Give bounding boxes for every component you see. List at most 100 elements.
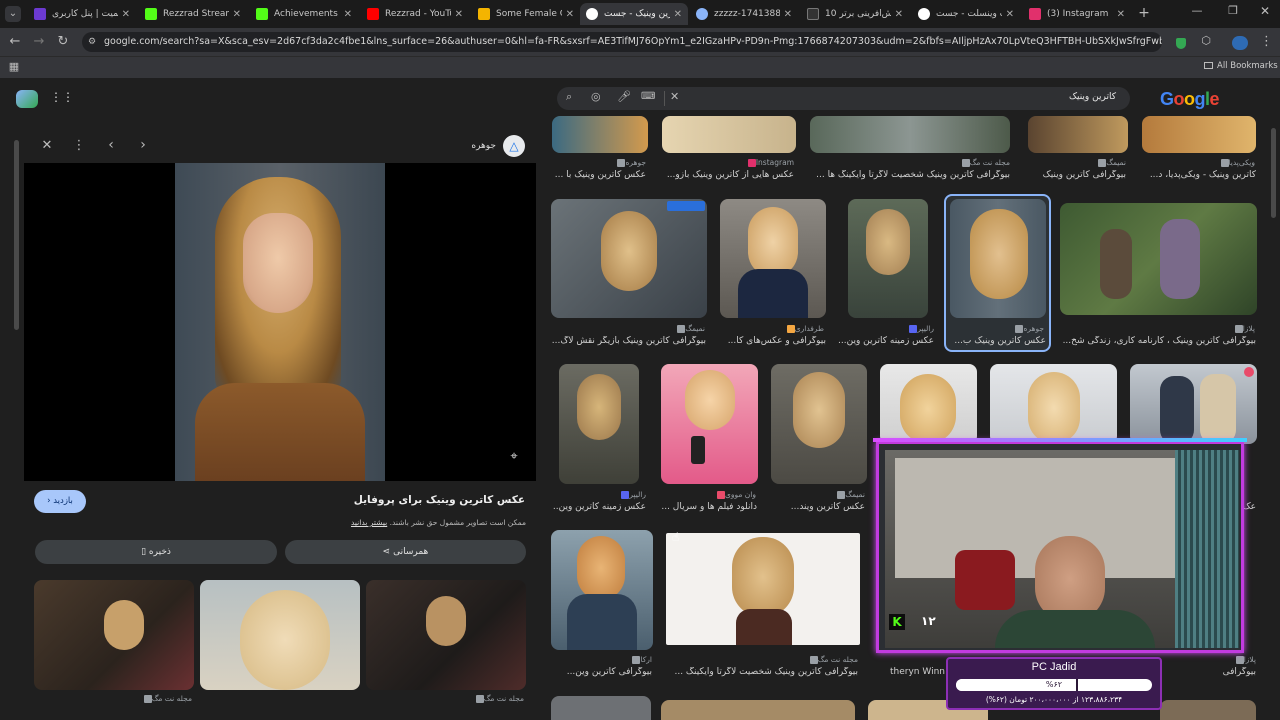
close-icon[interactable]: ✕	[784, 9, 792, 20]
minimize-icon[interactable]: —	[1190, 4, 1204, 17]
result-caption[interactable]: کاترین وینیک - ویکی‌پدیا، د...	[1140, 170, 1256, 180]
result-caption[interactable]: عکس کاترین ویند...	[771, 502, 865, 512]
result-image[interactable]	[1060, 203, 1257, 315]
lens-search-icon[interactable]: ◎	[591, 90, 601, 103]
result-source[interactable]: طرفداری	[740, 324, 824, 333]
preview-next-icon[interactable]: ›	[136, 137, 150, 153]
search-box[interactable]: ⌕ ◎ 🎤︎ ⌨ ✕ کاترین وینیک	[557, 87, 1130, 110]
result-source[interactable]: جوهره	[580, 158, 646, 167]
result-caption[interactable]: عکس کاترین وینیک ب...	[952, 336, 1046, 346]
result-image[interactable]	[552, 116, 648, 153]
related-image-source[interactable]: مجله نت مگ	[120, 694, 192, 703]
result-image[interactable]	[1142, 116, 1256, 153]
result-source[interactable]: نمیمگ	[778, 490, 865, 499]
result-caption[interactable]: عکس زمینه کاترین وین...	[836, 336, 934, 346]
preview-more-icon[interactable]: ⋮	[72, 138, 86, 153]
result-image[interactable]	[559, 364, 639, 484]
result-caption[interactable]: بیوگرافی	[1200, 667, 1256, 677]
related-image[interactable]	[34, 580, 194, 690]
keyboard-icon[interactable]: ⌨	[641, 91, 655, 102]
preview-title[interactable]: عکس کاترین وینیک برای پروفایل	[300, 494, 525, 506]
visit-button[interactable]: بازدید ‹	[34, 490, 86, 513]
result-image[interactable]	[1160, 700, 1256, 720]
preview-source-name[interactable]: جوهره	[450, 141, 496, 151]
share-button[interactable]: ⋖ همرسانی	[285, 540, 526, 564]
result-caption[interactable]: بیوگرافی کاترین وینیک شخصیت لاگرتا وایکی…	[666, 667, 858, 677]
result-image[interactable]	[1130, 364, 1257, 444]
result-image[interactable]	[848, 199, 928, 318]
tab-katheryn-search[interactable]: کاترین وینیک - جست ✕	[580, 3, 688, 25]
tab-youtube[interactable]: Rezzrad - YouTube ✕	[361, 3, 469, 25]
result-image[interactable]	[662, 116, 796, 153]
google-apps-grid-icon[interactable]: ⋮⋮	[50, 90, 74, 104]
tab-top-roles[interactable]: 10 نقش‌آفرینی برتر ✕	[801, 3, 909, 25]
preview-scrollbar[interactable]	[14, 140, 19, 330]
result-source[interactable]: مجله نت مگ	[900, 158, 1010, 167]
result-caption[interactable]: دانلود فیلم ها و سریال ...	[661, 502, 757, 512]
result-source[interactable]: رالیپر	[580, 490, 646, 499]
browser-menu-icon[interactable]: ⋮	[1260, 34, 1273, 49]
result-source[interactable]: Instagram	[700, 158, 794, 167]
result-source[interactable]: ویکی‌پدیا	[1140, 158, 1255, 167]
apps-grid-icon[interactable]: ▦	[7, 60, 21, 73]
result-source[interactable]: پلازا	[1200, 655, 1256, 664]
tab-search-icon[interactable]: ⌄	[5, 6, 21, 22]
extension-shield-icon[interactable]	[1176, 38, 1186, 49]
tab-kate-winslet-search[interactable]: کیت وینسلت - جست ✕	[912, 3, 1020, 25]
close-icon[interactable]: ✕	[895, 9, 903, 20]
close-icon[interactable]: ✕	[1117, 9, 1125, 20]
close-icon[interactable]: ✕	[455, 9, 463, 20]
result-source[interactable]: ارکا	[596, 655, 652, 664]
tab-zzzzz[interactable]: zzzzz-1741388317 ✕	[690, 3, 798, 25]
result-source[interactable]: وان مووی	[680, 490, 756, 499]
new-tab-plus-icon[interactable]: +	[1136, 5, 1152, 21]
result-image[interactable]	[661, 364, 758, 484]
result-image[interactable]	[661, 700, 855, 720]
result-image[interactable]	[551, 696, 651, 720]
tab-kick-stream[interactable]: Rezzrad Stream - Ki ✕	[139, 3, 247, 25]
result-image[interactable]	[551, 530, 653, 650]
result-image[interactable]	[990, 364, 1117, 444]
window-close-icon[interactable]: ✕	[1258, 4, 1272, 18]
preview-prev-icon[interactable]: ‹	[104, 137, 118, 153]
extensions-puzzle-icon[interactable]: ⬡	[1199, 34, 1213, 47]
results-scrollbar[interactable]	[1271, 128, 1276, 218]
result-caption[interactable]: بیوگرافی و عکس‌های کا...	[722, 336, 826, 346]
result-image[interactable]	[810, 116, 1010, 153]
lens-logo-icon[interactable]	[16, 90, 38, 108]
result-source[interactable]: مجله نت مگ	[760, 655, 858, 664]
result-source[interactable]: نمیمگ	[1030, 158, 1126, 167]
result-caption[interactable]: بیوگرافی کاترین وینیک شخصیت لاگرتا وایکی…	[810, 170, 1010, 180]
result-caption[interactable]: عکس هایی از کاترین وینیک بازو...	[662, 170, 794, 180]
all-bookmarks-button[interactable]: All Bookmarks	[1204, 61, 1278, 71]
result-caption[interactable]: عکس کاترین وینیک با ...	[552, 170, 646, 180]
result-image[interactable]	[880, 364, 977, 444]
forward-arrow-icon[interactable]: →	[32, 34, 46, 49]
tab-remit[interactable]: ریمیت | پنل کاربری ✕	[28, 3, 136, 25]
close-icon[interactable]: ✕	[344, 9, 352, 20]
microphone-icon[interactable]: 🎤︎	[617, 90, 631, 103]
search-icon[interactable]: ⌕	[566, 90, 572, 104]
reload-icon[interactable]: ↻	[56, 34, 70, 49]
result-source[interactable]: پلازا	[1160, 324, 1255, 333]
related-image[interactable]	[200, 580, 360, 690]
site-info-icon[interactable]: ⚙	[88, 32, 96, 52]
restore-icon[interactable]: ❐	[1226, 4, 1240, 17]
result-image[interactable]	[1028, 116, 1128, 153]
result-caption[interactable]: بیوگرافی کاترین وینیک ، کارنامه کاری، زن…	[1060, 336, 1256, 346]
result-image[interactable]	[771, 364, 867, 484]
result-source[interactable]: رالیپر	[860, 324, 934, 333]
result-image[interactable]	[720, 199, 826, 318]
lens-capture-icon[interactable]: ⌖	[506, 449, 522, 464]
preview-image[interactable]: ⌖	[24, 163, 536, 481]
result-caption[interactable]: بیوگرافی کاترین وینیک بازیگر نقش لاگ...	[552, 336, 706, 346]
result-source[interactable]: نمیمگ	[620, 324, 705, 333]
result-caption[interactable]: بیوگرافی کاترین وینیک	[1030, 170, 1126, 180]
result-image[interactable]	[666, 533, 860, 645]
close-icon[interactable]: ✕	[566, 9, 574, 20]
related-image[interactable]	[366, 580, 526, 690]
result-caption[interactable]: عکس زمینه کاترین وین...	[552, 502, 646, 512]
close-icon[interactable]: ✕	[1006, 9, 1014, 20]
tab-instagram[interactable]: (3) Instagram ✕	[1023, 3, 1131, 25]
result-image[interactable]	[551, 199, 707, 318]
